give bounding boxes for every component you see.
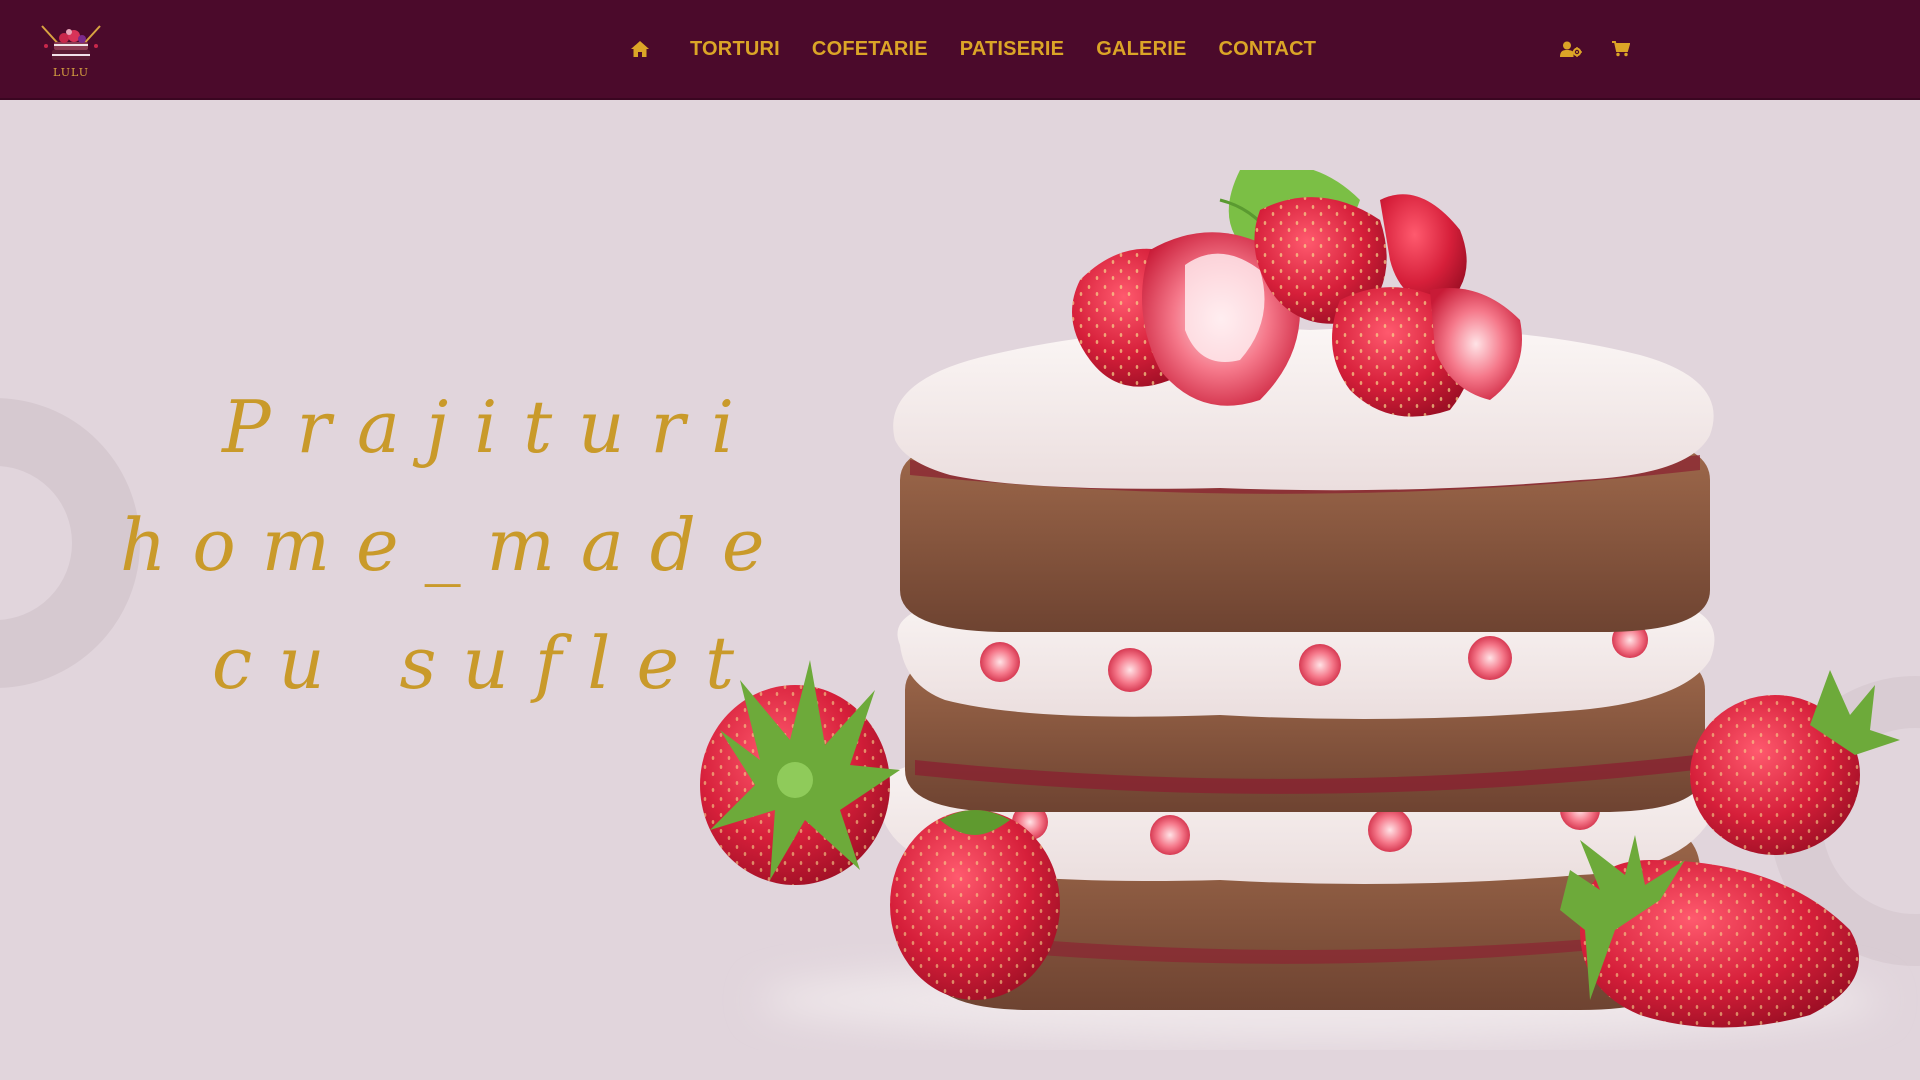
account-button[interactable] xyxy=(1560,41,1582,57)
hero-headline: Prajituri home_made cu suflet xyxy=(120,368,791,722)
nav-item-galerie[interactable]: GALERIE xyxy=(1096,38,1186,61)
main-nav: TORTURI COFETARIE PATISERIE GALERIE CONT… xyxy=(630,0,1348,98)
user-settings-icon xyxy=(1560,41,1582,57)
home-icon xyxy=(631,41,649,57)
decorative-ring-left xyxy=(0,398,140,688)
nav-item-contact[interactable]: CONTACT xyxy=(1219,38,1317,61)
nav-item-cofetarie[interactable]: COFETARIE xyxy=(812,38,928,61)
hero-cake-image xyxy=(700,170,1900,1040)
nav-item-patiserie[interactable]: PATISERIE xyxy=(960,38,1064,61)
page: LULU TORTURI COFETARIE PATISERIE GALERIE… xyxy=(0,0,1920,1080)
hero-line-3: cu suflet xyxy=(211,621,760,705)
logo[interactable]: LULU xyxy=(36,16,106,82)
hero-line-1: Prajituri xyxy=(222,385,760,469)
nav-item-torturi[interactable]: TORTURI xyxy=(690,38,780,61)
logo-text: LULU xyxy=(53,66,89,79)
cake-logo-icon xyxy=(41,25,101,60)
hero-line-2: home_made xyxy=(120,503,791,587)
nav-home[interactable] xyxy=(630,40,650,58)
cart-button[interactable] xyxy=(1612,41,1630,57)
nav-actions xyxy=(1560,0,1660,98)
navbar: LULU TORTURI COFETARIE PATISERIE GALERIE… xyxy=(0,0,1920,100)
cart-icon xyxy=(1612,41,1630,57)
